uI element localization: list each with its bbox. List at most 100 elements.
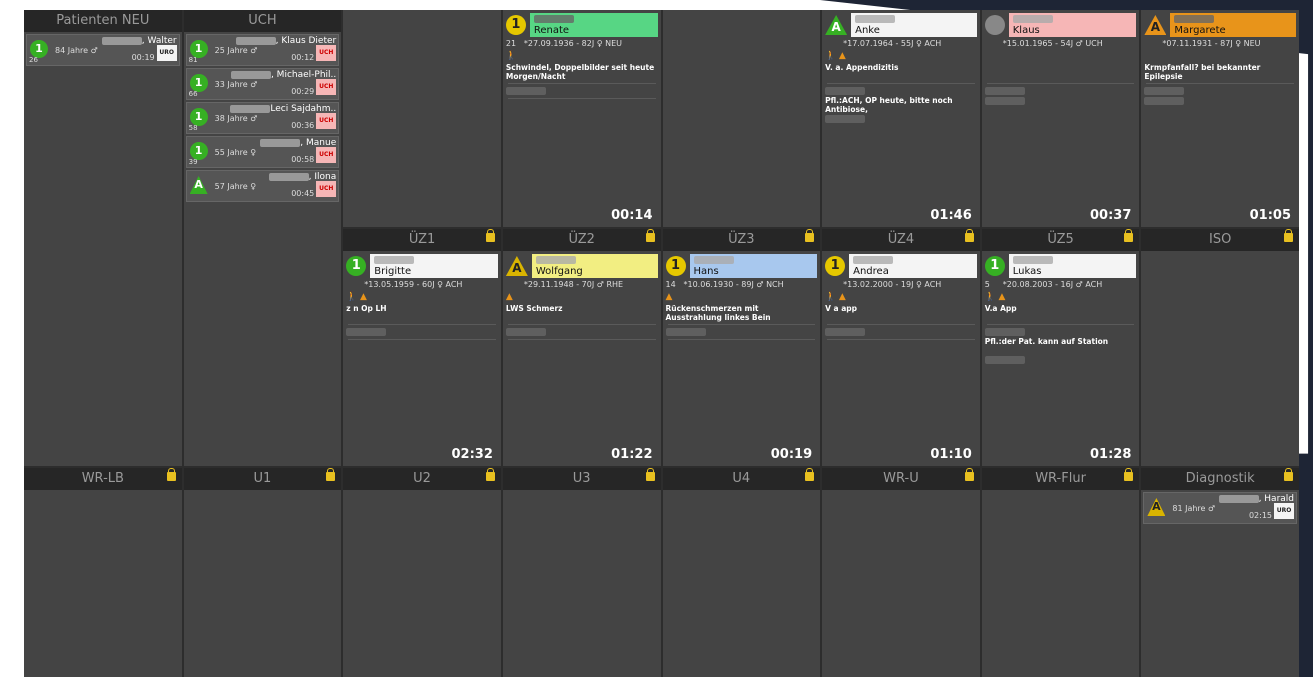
patient-number <box>985 38 999 49</box>
column-bed-anke[interactable]: A Anke *17.07.1964 - 55J ♀ ACH 🚶 ▲ V. a.… <box>822 10 980 227</box>
column-bed-klaus[interactable]: Klaus *15.01.1965 - 54J ♂ UCH 00:37 <box>981 10 1140 227</box>
patient-card[interactable]: 1 Andrea *13.02.2000 - 19J ♀ ACH 🚶 ▲ V a… <box>822 251 980 466</box>
column-uz3[interactable]: ÜZ3 1 Hans 14 *10.06.1930 - 89J ♂ NCH ▲ R… <box>662 229 821 466</box>
patient-mini-card[interactable]: 1 Leci Sajdahm.. 38 Jahre ♂ 58 00:36 UCH <box>185 102 340 134</box>
redacted-text <box>984 97 1025 105</box>
diagnosis-text: V.a App <box>984 304 1017 313</box>
diagnosis-text: Krmpfanfall? bei bekannter Epilepsie <box>1144 63 1261 81</box>
column-iso[interactable]: ISO <box>1141 229 1299 466</box>
redacted-name <box>1012 15 1053 23</box>
column-wr-lb[interactable]: WR-LB <box>24 468 182 677</box>
column-wr-u[interactable]: WR-U <box>822 468 980 677</box>
lock-icon[interactable] <box>964 229 974 242</box>
lock-icon[interactable] <box>645 468 655 481</box>
foot-icon: ▲ <box>838 51 846 61</box>
redacted-name <box>101 36 142 45</box>
wait-time: 00:14 <box>611 208 653 223</box>
lock-icon[interactable] <box>805 229 815 242</box>
patient-number: 39 <box>188 158 198 166</box>
column-header: ÜZ4 <box>822 229 980 251</box>
status-icons: 🚶 <box>506 51 658 63</box>
patient-card[interactable]: 1 Brigitte *13.05.1959 - 60J ♀ ACH 🚶 ▲ z… <box>343 251 501 466</box>
triage-level-icon: A <box>505 256 528 276</box>
column-header: U1 <box>183 468 342 490</box>
redacted-text <box>984 328 1025 336</box>
wait-time: 00:19 <box>770 447 813 462</box>
patient-card[interactable]: 1 Lukas 5 *20.08.2003 - 16J ♂ ACH 🚶 ▲ V.a… <box>982 251 1140 466</box>
column-header: U2 <box>343 468 501 490</box>
lock-icon[interactable] <box>805 468 815 481</box>
redacted-text <box>825 87 866 95</box>
patient-mini-card[interactable]: 1 , Walter 84 Jahre ♂ 26 00:19 URO <box>26 34 180 66</box>
info-line <box>505 86 658 96</box>
column-diagnostik[interactable]: Diagnostik A , Harald 81 Jahre ♂ 02:15 U… <box>1141 468 1299 677</box>
patient-mini-card[interactable]: A , Harald 81 Jahre ♂ 02:15 URO <box>1143 492 1297 524</box>
column-header: ÜZ2 <box>502 229 661 251</box>
column-u3[interactable]: U3 <box>502 468 661 677</box>
lock-icon[interactable] <box>485 229 495 242</box>
column-bed-margarete[interactable]: A Margarete *07.11.1931 - 87J ♀ NEU Krmp… <box>1141 10 1299 227</box>
wait-time: 01:28 <box>1089 447 1132 462</box>
lock-icon[interactable] <box>645 229 655 242</box>
patient-dob: *29.11.1948 - 70J ♂ RHE <box>523 280 624 289</box>
diagnosis-text: Rückenschmerzen mit Ausstrahlung linkes … <box>665 304 771 322</box>
lock-icon[interactable] <box>1284 468 1293 481</box>
triage-level-icon: 1 <box>984 256 1005 276</box>
patient-namebox: Hans <box>689 254 818 278</box>
patient-card[interactable]: A Anke *17.07.1964 - 55J ♀ ACH 🚶 ▲ V. a.… <box>822 10 980 227</box>
column-u4[interactable]: U4 <box>662 468 821 677</box>
emergency-board: Patienten NEU 1 , Walter 84 Jahre ♂ 26 0… <box>24 10 1299 677</box>
patient-mini-card[interactable]: 1 , Michael-Phil.. 33 Jahre ♂ 66 00:29 U… <box>185 68 340 100</box>
patient-number: 26 <box>29 56 38 64</box>
column-wr-flur[interactable]: WR-Flur <box>981 468 1140 677</box>
wait-time: 01:46 <box>930 208 972 223</box>
lock-icon[interactable] <box>166 468 176 481</box>
patient-card[interactable]: A Wolfgang *29.11.1948 - 70J ♂ RHE ▲ LWS… <box>503 251 661 466</box>
lock-icon[interactable] <box>964 468 974 481</box>
triage-level-icon: 1 <box>346 256 367 276</box>
column-uz2[interactable]: ÜZ2 A Wolfgang *29.11.1948 - 70J ♂ RHE ▲… <box>502 229 661 466</box>
diagnosis-text: Schwindel, Doppelbilder seit heute Morge… <box>505 63 655 81</box>
patient-number <box>346 279 360 290</box>
patient-card[interactable]: Klaus *15.01.1965 - 54J ♂ UCH 00:37 <box>982 10 1140 227</box>
redacted-name <box>230 70 271 79</box>
column-uz4[interactable]: ÜZ4 1 Andrea *13.02.2000 - 19J ♀ ACH 🚶 ▲… <box>822 229 980 466</box>
redacted-name <box>230 104 271 113</box>
patient-card[interactable]: 1 Renate 21 *27.09.1936 - 82J ♀ NEU 🚶 Sch… <box>503 10 661 227</box>
patient-mini-card[interactable]: 1 , Manue 55 Jahre ♀ 39 00:58 UCH <box>185 136 340 168</box>
redacted-name <box>853 256 894 264</box>
patient-mini-card[interactable]: A , Ilona 57 Jahre ♀ 00:45 UCH <box>185 170 340 202</box>
column-u2[interactable]: U2 <box>343 468 501 677</box>
lock-icon[interactable] <box>1284 229 1293 242</box>
patient-number: 21 <box>505 39 517 48</box>
column-uz1[interactable]: ÜZ1 1 Brigitte *13.05.1959 - 60J ♀ ACH 🚶… <box>343 229 501 466</box>
triage-level-icon: 1 <box>665 256 686 276</box>
patient-age: 25 Jahre ♂ <box>214 46 258 55</box>
column-bed-renate[interactable]: 1 Renate 21 *27.09.1936 - 82J ♀ NEU 🚶 Sch… <box>502 10 661 227</box>
lock-icon[interactable] <box>326 468 336 481</box>
patient-dob: *20.08.2003 - 16J ♂ ACH <box>1002 280 1103 289</box>
lock-icon[interactable] <box>1124 229 1134 242</box>
patient-card[interactable]: A Margarete *07.11.1931 - 87J ♀ NEU Krmp… <box>1141 10 1299 227</box>
lock-icon[interactable] <box>485 468 495 481</box>
triage-level-icon: A <box>825 15 848 35</box>
wait-time: 01:22 <box>611 447 653 462</box>
patient-dob: *07.11.1931 - 87J ♀ NEU <box>1162 39 1261 48</box>
redacted-name <box>1012 256 1053 264</box>
patient-mini-card[interactable]: 1 , Klaus Dieter 25 Jahre ♂ 81 00:12 UCH <box>185 34 340 66</box>
column-header: ÜZ1 <box>343 229 501 251</box>
patient-dob: *15.01.1965 - 54J ♂ UCH <box>1002 39 1103 48</box>
lock-icon[interactable] <box>1124 468 1134 481</box>
patient-card[interactable]: 1 Hans 14 *10.06.1930 - 89J ♂ NCH ▲ Rücke… <box>663 251 821 466</box>
patient-namebox: Wolfgang <box>531 254 658 278</box>
patient-number <box>506 279 520 290</box>
diagnosis-text <box>985 63 1137 81</box>
column-uz5[interactable]: ÜZ5 1 Lukas 5 *20.08.2003 - 16J ♂ ACH 🚶 ▲… <box>981 229 1140 466</box>
walking-icon: 🚶 <box>346 292 358 302</box>
redacted-text <box>1144 97 1185 105</box>
redacted-name <box>693 256 734 264</box>
patient-number: 81 <box>188 56 198 64</box>
redacted-name <box>855 15 896 23</box>
column-u1[interactable]: U1 <box>183 468 342 677</box>
patient-number <box>1144 38 1158 49</box>
